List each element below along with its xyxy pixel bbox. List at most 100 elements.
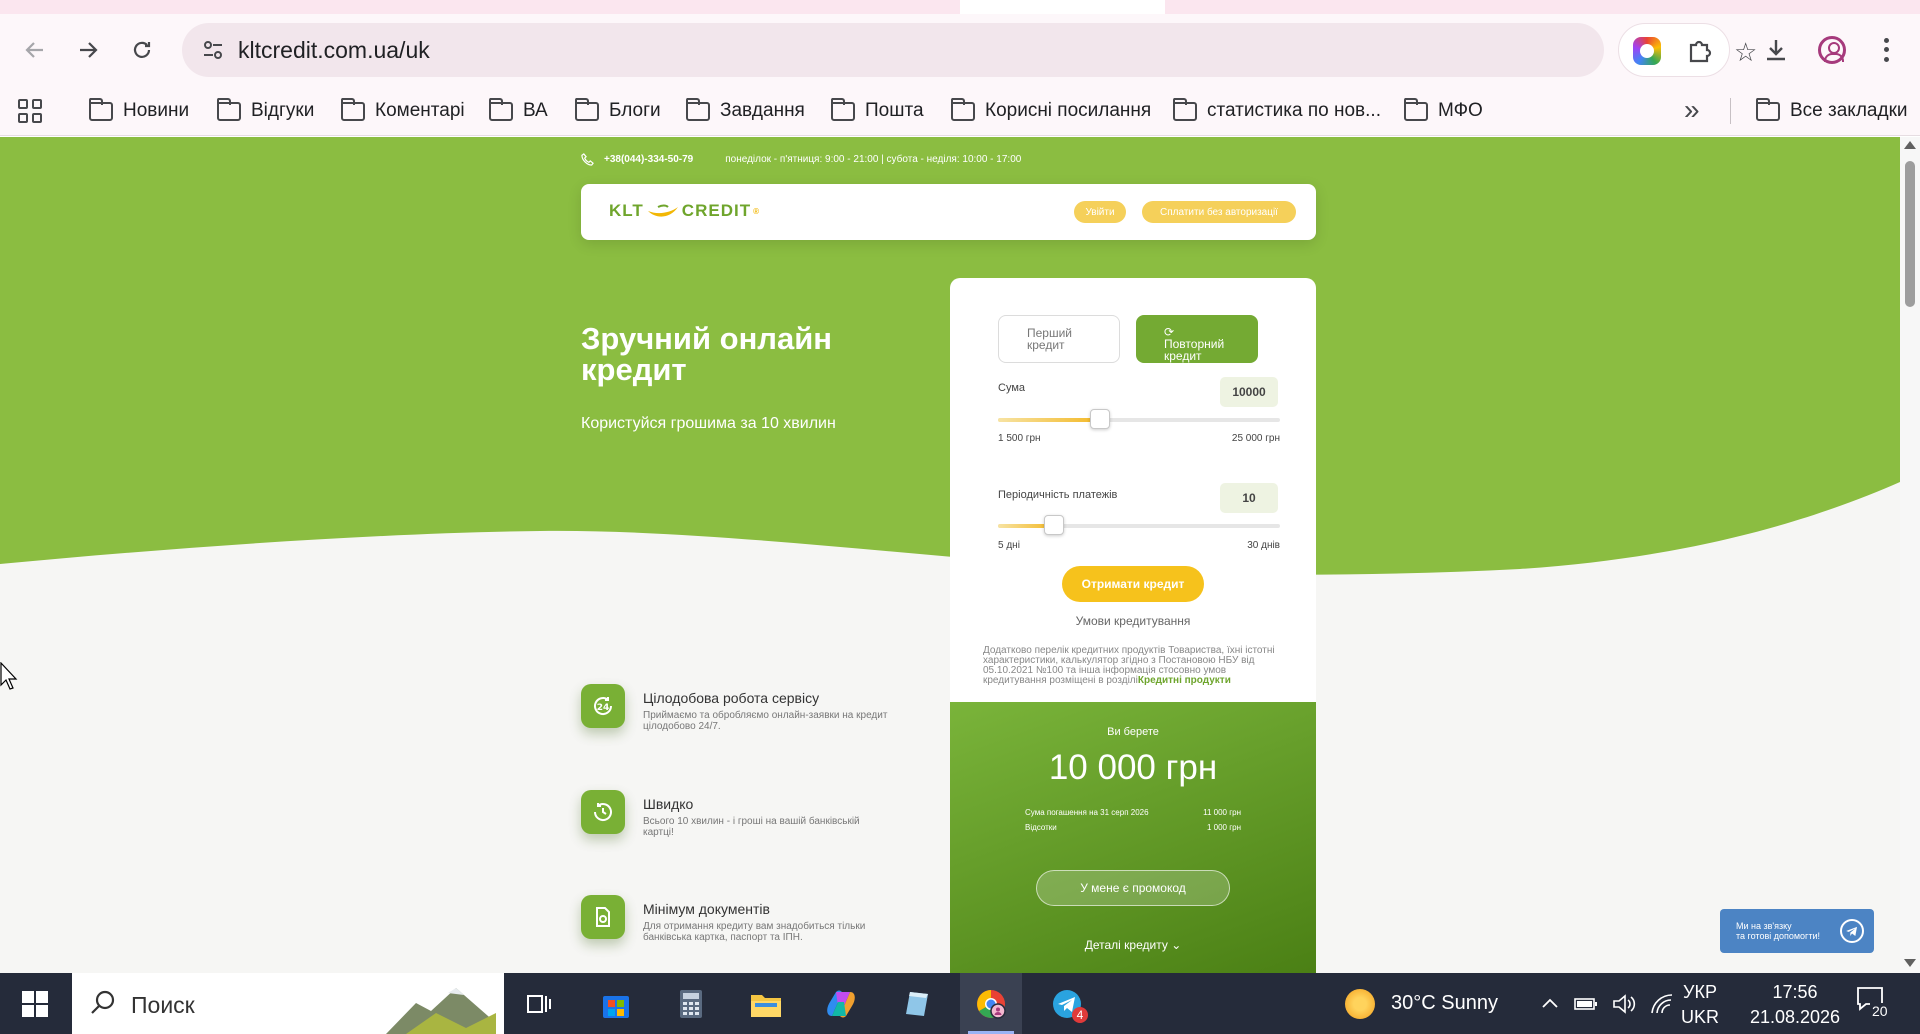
tab-strip xyxy=(0,0,1920,14)
site-settings-icon[interactable] xyxy=(200,37,226,63)
folder-icon xyxy=(89,97,113,121)
taskbar-search[interactable]: Поиск xyxy=(72,973,504,1034)
promo-code-button[interactable]: У мене є промокод xyxy=(1036,870,1230,906)
credit-products-link[interactable]: Кредитні продукти xyxy=(1138,675,1231,686)
taskbar-clock[interactable]: 17:56 21.08.2026 xyxy=(1740,980,1850,1030)
period-input[interactable]: 10 xyxy=(1220,483,1278,513)
get-credit-button[interactable]: Отримати кредит xyxy=(1062,566,1204,602)
weather-widget[interactable]: 30°C Sunny xyxy=(1345,973,1498,1034)
bookmark-item[interactable]: Коментарі xyxy=(341,86,465,136)
scroll-down-icon[interactable] xyxy=(1904,959,1916,967)
windows-taskbar: Поиск 4 30°C Sunny УКР UKR 17:56 21.08.2… xyxy=(0,973,1920,1034)
period-max: 30 днів xyxy=(1247,540,1280,551)
notes-app-icon[interactable] xyxy=(885,973,947,1034)
arrow-left-icon xyxy=(25,42,43,58)
period-min: 5 дні xyxy=(998,540,1020,551)
tab-repeat-credit[interactable]: ⟳ Повторний кредит xyxy=(1136,315,1258,363)
site-header: KLT CREDIT ® Увійти Сплатити без авториз… xyxy=(581,184,1316,240)
login-button[interactable]: Увійти xyxy=(1074,201,1126,223)
interest-value: 1 000 грн xyxy=(1206,823,1241,832)
feature-description: Приймаємо та обробляємо онлайн-заявки на… xyxy=(643,710,888,732)
amount-input[interactable]: 10000 xyxy=(1220,377,1278,407)
bookmark-item[interactable]: МФО xyxy=(1404,86,1483,136)
notification-center-icon[interactable]: 20 xyxy=(1856,985,1892,1021)
clock-24-icon: 24 xyxy=(581,684,625,728)
credit-details-toggle[interactable]: Деталі кредиту ⌄ xyxy=(950,938,1316,952)
file-explorer-icon[interactable] xyxy=(735,973,797,1034)
task-view-icon[interactable] xyxy=(508,973,570,1034)
working-hours: понеділок - п'ятниця: 9:00 - 21:00 | суб… xyxy=(725,154,1022,165)
site-logo[interactable]: KLT CREDIT ® xyxy=(609,201,760,221)
history-clock-icon xyxy=(581,790,625,834)
browser-toolbar: kltcredit.com.ua/uk ☆ xyxy=(0,14,1920,86)
microsoft-store-icon[interactable] xyxy=(585,973,647,1034)
hero-subtitle: Користуйся грошима за 10 хвилин xyxy=(581,415,836,432)
download-icon[interactable] xyxy=(1762,36,1790,64)
bookmark-item[interactable]: статистика по нов... xyxy=(1173,86,1381,136)
volume-icon[interactable] xyxy=(1612,993,1636,1015)
period-slider-handle[interactable] xyxy=(1044,515,1065,535)
feature-title: Мінімум документів xyxy=(643,901,770,917)
loan-type-tabs: Перший кредит ⟳ Повторний кредит xyxy=(998,315,1280,363)
language-indicator[interactable]: УКР UKR xyxy=(1672,980,1728,1030)
bookmark-item[interactable]: Пошта xyxy=(831,86,924,136)
bookmark-item[interactable]: Корисні посилання xyxy=(951,86,1151,136)
phone-link[interactable]: +38(044)-334-50-79 xyxy=(604,154,693,165)
scrollbar-thumb[interactable] xyxy=(1905,161,1915,307)
battery-icon[interactable] xyxy=(1574,994,1598,1014)
system-tray xyxy=(1540,973,1674,1034)
credit-terms-link[interactable]: Умови кредитування xyxy=(950,614,1316,628)
profile-icon[interactable] xyxy=(1818,36,1846,64)
folder-icon xyxy=(575,97,599,121)
scroll-up-icon[interactable] xyxy=(1904,141,1916,149)
sun-icon xyxy=(1345,988,1375,1019)
page-viewport: +38(044)-334-50-79 понеділок - п'ятниця:… xyxy=(0,137,1900,973)
more-bookmarks-icon[interactable]: » xyxy=(1684,94,1700,126)
address-bar[interactable]: kltcredit.com.ua/uk ☆ xyxy=(182,23,1757,77)
folder-icon xyxy=(217,97,241,121)
chevron-down-icon: ⌄ xyxy=(1171,938,1182,952)
calculator-app-icon[interactable] xyxy=(660,973,722,1034)
telegram-app-icon[interactable]: 4 xyxy=(1036,973,1098,1034)
loan-calculator: Перший кредит ⟳ Повторний кредит Сума 10… xyxy=(950,278,1316,973)
folder-icon xyxy=(1756,97,1780,121)
url-text[interactable]: kltcredit.com.ua/uk xyxy=(238,37,430,64)
wifi-icon[interactable] xyxy=(1650,993,1674,1015)
support-chat-widget[interactable]: Ми на зв'язку та готові допомогти! xyxy=(1720,909,1874,953)
page-scrollbar[interactable] xyxy=(1900,137,1920,973)
amount-slider-handle[interactable] xyxy=(1089,409,1110,429)
bookmark-item[interactable]: Завдання xyxy=(686,86,805,136)
browser-menu-icon[interactable] xyxy=(1872,36,1900,64)
color-extension-icon[interactable] xyxy=(1633,37,1661,65)
mouse-cursor-icon xyxy=(0,662,18,690)
bookmark-item[interactable]: Блоги xyxy=(575,86,661,136)
feature-description: Всього 10 хвилин - і гроші на вашій банк… xyxy=(643,816,860,838)
windows-start-icon[interactable] xyxy=(22,991,48,1017)
interest-label: Відсотки xyxy=(1025,823,1057,832)
bookmark-item[interactable]: Відгуки xyxy=(217,86,314,136)
telegram-unread-badge: 4 xyxy=(1072,1007,1088,1023)
bookmark-item[interactable]: Новини xyxy=(89,86,189,136)
folder-icon xyxy=(489,97,513,121)
pay-without-login-button[interactable]: Сплатити без авторизації xyxy=(1142,201,1296,223)
amount-slider[interactable] xyxy=(998,409,1280,429)
back-button[interactable] xyxy=(17,32,53,68)
chevron-up-icon[interactable] xyxy=(1540,994,1560,1014)
bookmark-item[interactable]: ВА xyxy=(489,86,548,136)
amount-label: Сума xyxy=(998,382,1026,394)
active-tab[interactable] xyxy=(960,0,1165,14)
feature-title: Швидко xyxy=(643,796,694,812)
legal-notice: Додатково перелік кредитних продуктів То… xyxy=(983,645,1275,686)
period-slider[interactable] xyxy=(998,515,1280,535)
apps-grid-icon[interactable] xyxy=(18,99,42,123)
chrome-icon[interactable] xyxy=(960,973,1022,1034)
forward-button[interactable] xyxy=(70,32,106,68)
puzzle-icon[interactable] xyxy=(1685,36,1715,66)
summary-label: Ви берете xyxy=(1107,726,1159,738)
reload-button[interactable] xyxy=(124,32,160,68)
tab-first-credit[interactable]: Перший кредит xyxy=(998,315,1120,363)
copilot-icon[interactable] xyxy=(810,973,872,1034)
all-bookmarks[interactable]: Все закладки xyxy=(1756,86,1908,136)
folder-icon xyxy=(1404,97,1428,121)
bookmark-star-icon[interactable]: ☆ xyxy=(1734,37,1757,68)
